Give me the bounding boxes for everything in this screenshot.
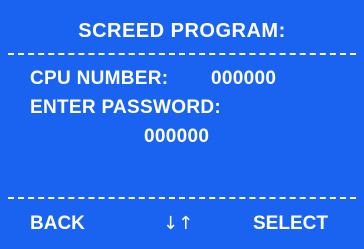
lcd-screen: SCREED PROGRAM: CPU NUMBER: 000000 ENTER… <box>0 0 364 249</box>
select-softkey[interactable]: SELECT <box>253 213 328 235</box>
password-field[interactable]: 000000 <box>144 126 209 148</box>
cpu-number-label: CPU NUMBER: <box>30 68 169 89</box>
up-down-arrows-icon[interactable]: ↓↑ <box>163 213 193 235</box>
top-divider <box>8 53 356 55</box>
cpu-number-value: 000000 <box>211 68 277 89</box>
bottom-divider <box>8 197 356 199</box>
screen-title: SCREED PROGRAM: <box>78 20 286 42</box>
password-label: ENTER PASSWORD: <box>30 97 221 118</box>
back-softkey[interactable]: BACK <box>30 213 85 235</box>
